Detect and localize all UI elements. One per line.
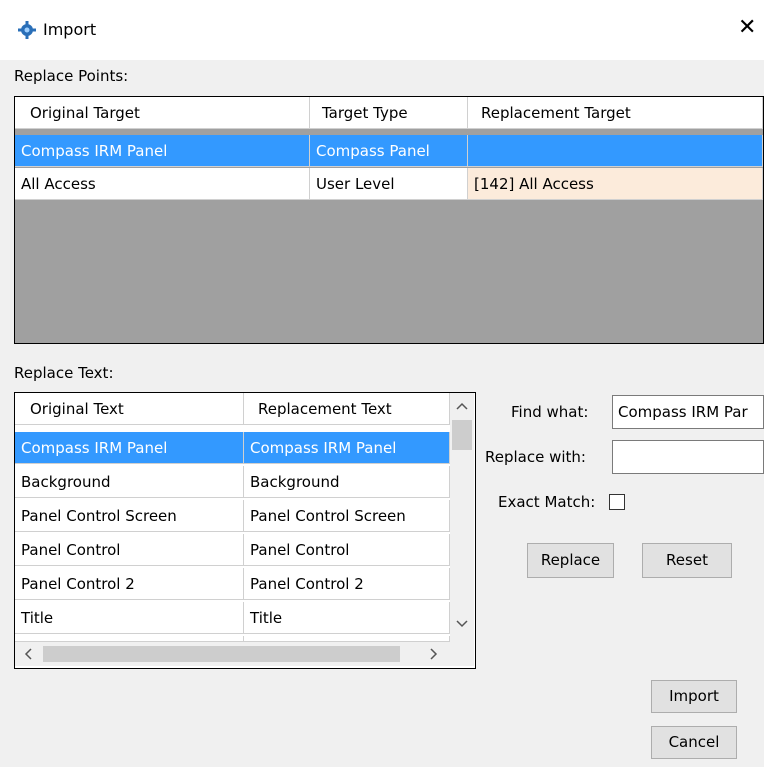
- replace-with-label: Replace with:: [485, 448, 586, 466]
- exact-match-label: Exact Match:: [498, 493, 596, 511]
- table-row-cell[interactable]: Background: [244, 466, 450, 498]
- chevron-left-icon[interactable]: [23, 648, 33, 660]
- find-what-label: Find what:: [511, 403, 589, 421]
- replace-text-label: Replace Text:: [14, 364, 114, 382]
- horizontal-scroll-thumb[interactable]: [43, 646, 400, 662]
- replace-button[interactable]: Replace: [527, 543, 614, 578]
- replace-points-label: Replace Points:: [14, 67, 129, 85]
- table-row-cell[interactable]: Panel Control Screen: [15, 500, 244, 532]
- chevron-up-icon[interactable]: [456, 401, 468, 411]
- table-row-cell[interactable]: [142] All Access: [468, 168, 763, 200]
- column-header-original-text[interactable]: Original Text: [15, 393, 244, 425]
- title-bar: Import ✕: [0, 0, 764, 60]
- column-header-original-target[interactable]: Original Target: [15, 97, 310, 129]
- reset-button[interactable]: Reset: [642, 543, 732, 578]
- horizontal-scrollbar[interactable]: [15, 642, 450, 666]
- column-header-replacement-target[interactable]: Replacement Target: [468, 97, 763, 129]
- gear-icon: [18, 21, 36, 39]
- chevron-down-icon[interactable]: [456, 619, 468, 629]
- chevron-right-icon[interactable]: [429, 648, 439, 660]
- table-row-cell[interactable]: Panel Control Screen: [244, 500, 450, 532]
- close-icon[interactable]: ✕: [738, 16, 756, 40]
- table-row-cell[interactable]: Compass IRM Panel: [15, 432, 244, 464]
- replace-with-input[interactable]: [612, 440, 764, 474]
- table-row-cell[interactable]: Title: [15, 602, 244, 634]
- import-button[interactable]: Import: [651, 680, 737, 713]
- find-what-input[interactable]: Compass IRM Par: [612, 395, 764, 429]
- table-row-cell[interactable]: Panel Control: [15, 534, 244, 566]
- scrollbar-corner: [450, 642, 474, 666]
- column-header-target-type[interactable]: Target Type: [310, 97, 468, 129]
- table-row-cell[interactable]: Panel Control 2: [244, 568, 450, 600]
- vertical-scrollbar[interactable]: [450, 393, 474, 642]
- replace-points-grid[interactable]: Original Target Target Type Replacement …: [14, 96, 764, 344]
- table-row-cell[interactable]: Background: [15, 466, 244, 498]
- window-title: Import: [43, 20, 97, 39]
- table-row-cell[interactable]: Compass IRM Panel: [244, 432, 450, 464]
- replace-text-grid[interactable]: Original Text Replacement Text Compass I…: [14, 392, 476, 669]
- exact-match-checkbox[interactable]: [609, 494, 625, 510]
- table-row-cell[interactable]: Compass Panel: [310, 135, 468, 167]
- table-row-cell[interactable]: Panel Control 2: [15, 568, 244, 600]
- cancel-button[interactable]: Cancel: [651, 726, 737, 759]
- table-row-cell[interactable]: All Access: [15, 168, 310, 200]
- table-row-cell[interactable]: Title: [244, 602, 450, 634]
- column-header-replacement-text[interactable]: Replacement Text: [244, 393, 450, 425]
- vertical-scroll-thumb[interactable]: [452, 420, 472, 450]
- table-row-cell[interactable]: [468, 135, 763, 167]
- table-row-cell[interactable]: Panel Control: [244, 534, 450, 566]
- table-row-cell[interactable]: Compass IRM Panel: [15, 135, 310, 167]
- table-row-cell[interactable]: User Level: [310, 168, 468, 200]
